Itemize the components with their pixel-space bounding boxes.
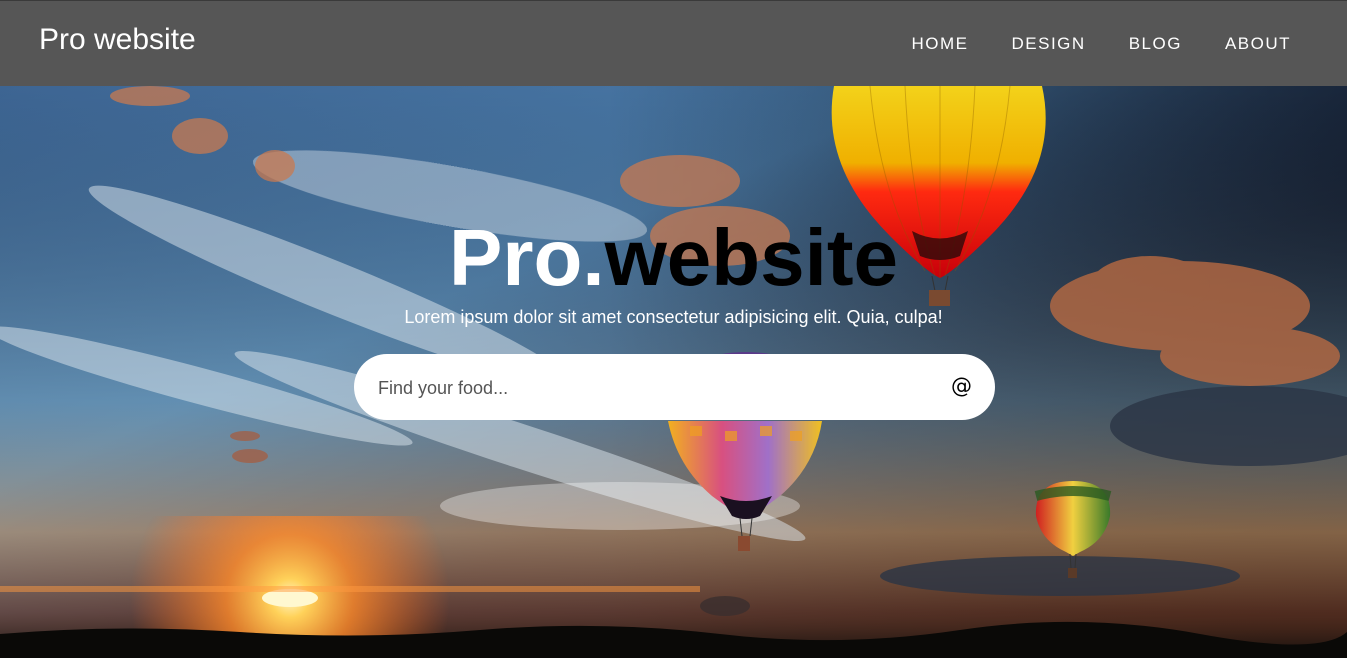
navbar: Pro website HOME DESIGN BLOG ABOUT: [0, 0, 1347, 86]
main-nav: HOME DESIGN BLOG ABOUT: [912, 34, 1292, 54]
nav-about-link[interactable]: ABOUT: [1225, 34, 1291, 54]
hero-subtitle: Lorem ipsum dolor sit amet consectetur a…: [404, 307, 943, 327]
nav-blog-link[interactable]: BLOG: [1129, 34, 1182, 54]
nav-design-link[interactable]: DESIGN: [1012, 34, 1086, 54]
page: Pro website HOME DESIGN BLOG ABOUT Pro.w…: [0, 0, 1347, 658]
hero-section: Pro.website Lorem ipsum dolor sit amet c…: [0, 86, 1347, 658]
search-bar: @: [354, 354, 995, 422]
at-icon[interactable]: @: [951, 374, 972, 398]
site-logo[interactable]: Pro website: [39, 23, 196, 57]
search-input[interactable]: [376, 354, 940, 422]
hero-title-website: website: [604, 213, 899, 302]
nav-home-link[interactable]: HOME: [912, 34, 969, 54]
hero-title: Pro.website: [0, 214, 1347, 302]
hero-title-pro: Pro.: [448, 213, 605, 302]
